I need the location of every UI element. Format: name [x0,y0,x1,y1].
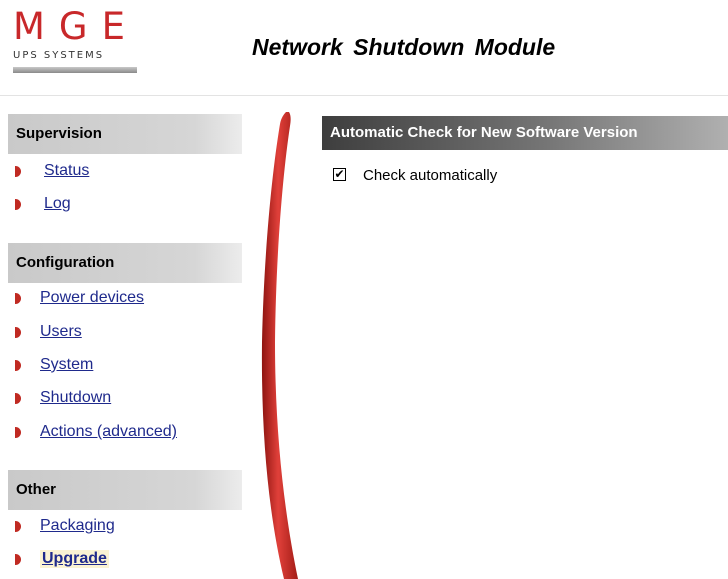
sidebar-link-packaging[interactable]: Packaging [40,517,115,535]
header-divider [0,95,728,96]
sidebar-link-system[interactable]: System [40,356,93,374]
bullet-icon [15,554,21,565]
bullet-icon [15,293,21,304]
logo-bar [13,67,137,73]
bullet-icon [15,166,21,177]
section-header-other: Other [8,470,242,510]
bullet-icon [15,521,21,532]
section-header-configuration: Configuration [8,243,242,283]
red-stripe-decoration [261,112,298,579]
sidebar-link-status[interactable]: Status [44,162,89,180]
logo-subtitle: UPS SYSTEMS [13,50,105,61]
app-title: Network Shutdown Module [252,34,556,60]
content-header: Automatic Check for New Software Version [322,116,728,150]
logo-brand: MGE [13,5,139,48]
bullet-icon [15,393,21,404]
check-automatically-label[interactable]: Check automatically [363,167,497,184]
sidebar-link-users[interactable]: Users [40,323,82,341]
sidebar-link-upgrade[interactable]: Upgrade [40,550,109,568]
sidebar-link-log[interactable]: Log [44,195,71,213]
sidebar-link-power-devices[interactable]: Power devices [40,289,144,307]
check-automatically-checkbox[interactable]: ✔ [333,168,346,181]
bullet-icon [15,360,21,371]
sidebar-link-actions-advanced[interactable]: Actions (advanced) [40,423,177,441]
mge-logo: MGE UPS SYSTEMS [13,8,143,73]
bullet-icon [15,199,21,210]
bullet-icon [15,327,21,338]
sidebar-link-shutdown[interactable]: Shutdown [40,389,111,407]
bullet-icon [15,427,21,438]
section-header-supervision: Supervision [8,114,242,154]
